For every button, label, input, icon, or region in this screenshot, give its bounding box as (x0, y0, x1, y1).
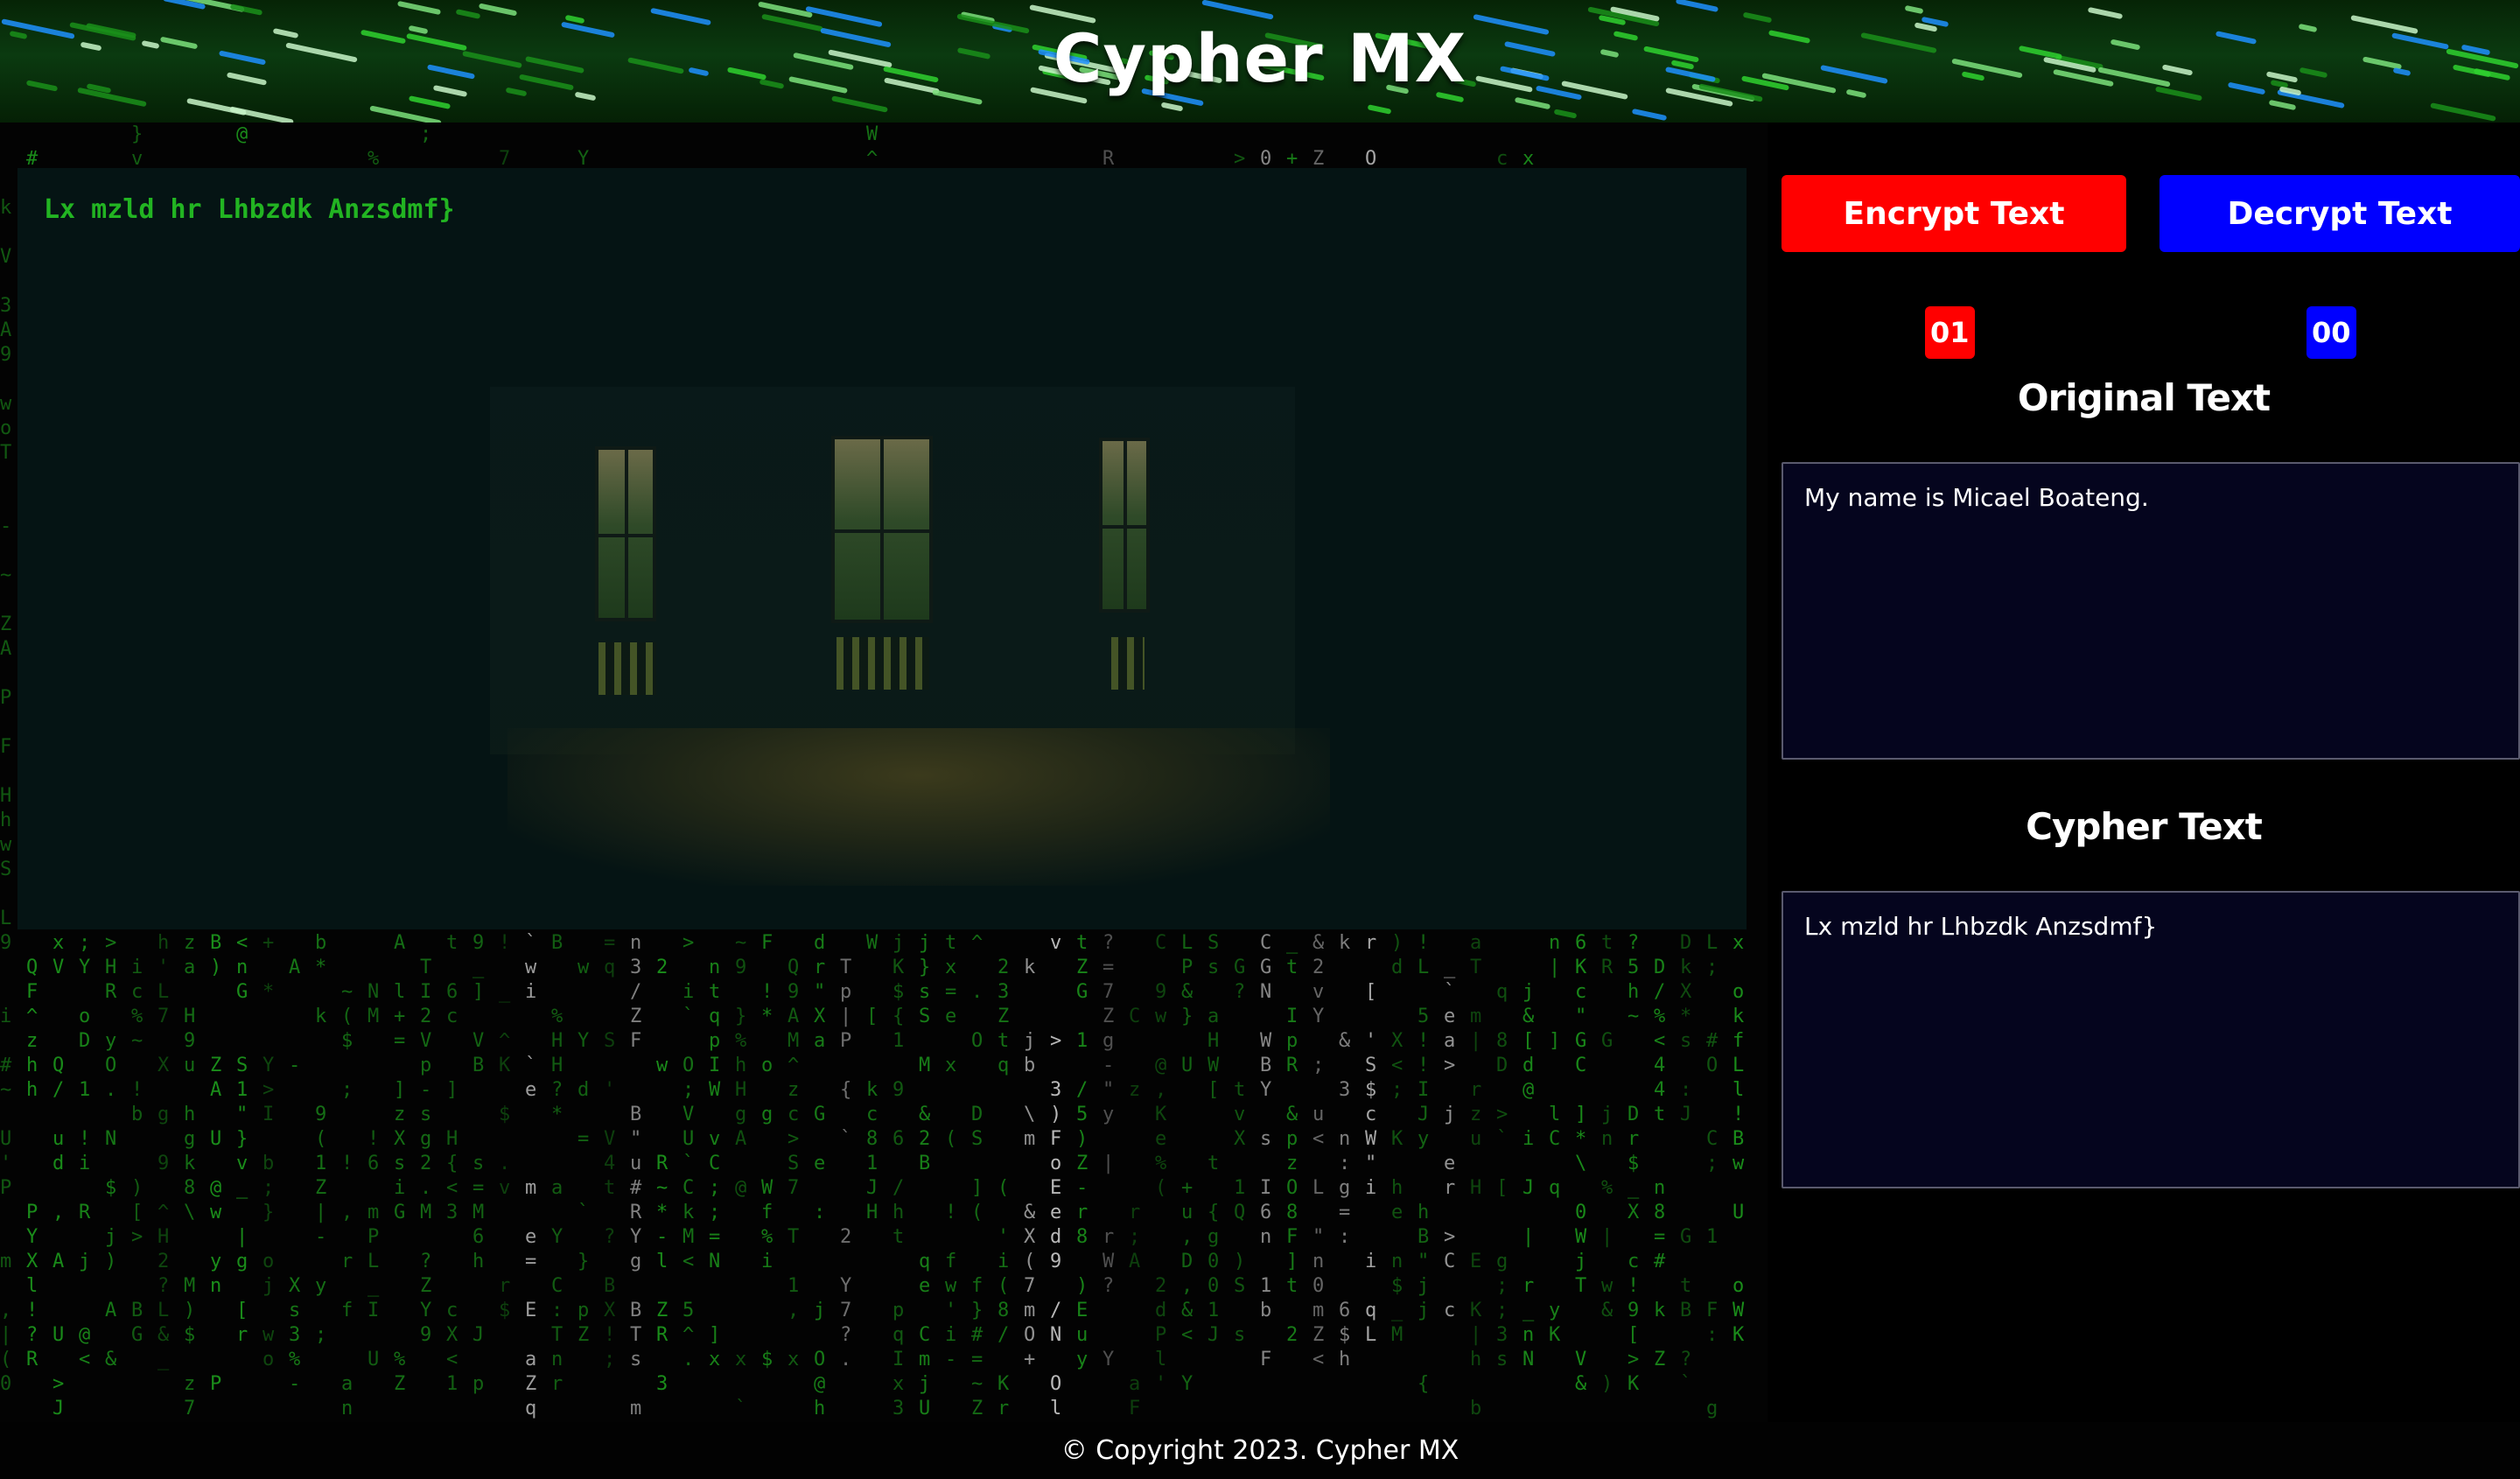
cypher-text-output[interactable]: Lx mzld hr Lhbzdk Anzsdmf} (1782, 891, 2520, 1188)
header-banner: Cypher MX (0, 0, 2520, 123)
decrypt-text-button[interactable]: Decrypt Text (2160, 175, 2520, 252)
original-text-input[interactable]: My name is Micael Boateng. (1782, 462, 2520, 760)
control-panel: Encrypt Text Decrypt Text 01 00 Original… (1768, 123, 2520, 1422)
header-code-streak (1514, 96, 1551, 110)
header-code-streak (1675, 0, 1719, 13)
header-code-streak (478, 3, 518, 17)
header-code-streak (369, 105, 442, 123)
header-code-streak (396, 0, 442, 16)
footer: © Copyright 2023. Cypher MX (0, 1422, 2520, 1479)
header-code-streak (455, 9, 481, 19)
header-code-streak (831, 95, 888, 113)
cypher-text-heading: Cypher Text (2026, 805, 2263, 848)
display-panel: Lx mzld hr Lhbzdk Anzsdmf} (18, 168, 1746, 929)
balustrade-right (1111, 637, 1144, 690)
original-text-heading: Original Text (2017, 376, 2271, 419)
header-code-streak (1367, 104, 1392, 115)
header-code-streak (229, 4, 263, 16)
encrypt-text-button[interactable]: Encrypt Text (1782, 175, 2126, 252)
header-code-streak (186, 97, 247, 116)
room-window-right (1099, 438, 1150, 613)
balustrade-left (598, 642, 656, 695)
header-code-streak (408, 95, 452, 109)
header-code-streak (2430, 102, 2496, 122)
encrypted-display-text: Lx mzld hr Lhbzdk Anzsdmf} (44, 194, 455, 225)
encrypt-count-badge: 01 (1925, 306, 1975, 359)
header-code-streak (2087, 6, 2124, 20)
header-code-streak (1904, 4, 1924, 15)
copyright-text: © Copyright 2023. Cypher MX (1060, 1435, 1460, 1466)
header-code-streak (2268, 99, 2297, 111)
header-code-streak (1201, 0, 1274, 20)
balustrade-center (836, 637, 929, 690)
header-code-streak (1553, 109, 1578, 119)
room-window-center (831, 436, 933, 623)
header-code-streak (1631, 108, 1668, 122)
header-code-streak (1160, 102, 1184, 112)
room-image-floor (508, 728, 1330, 886)
matrix-column: k V 3 A 9 w o T - ~ Z A P F H h w S L 9 … (0, 197, 12, 1395)
room-window-left (595, 446, 656, 621)
page-title: Cypher MX (1053, 19, 1467, 97)
decrypt-count-badge: 00 (2306, 306, 2356, 359)
